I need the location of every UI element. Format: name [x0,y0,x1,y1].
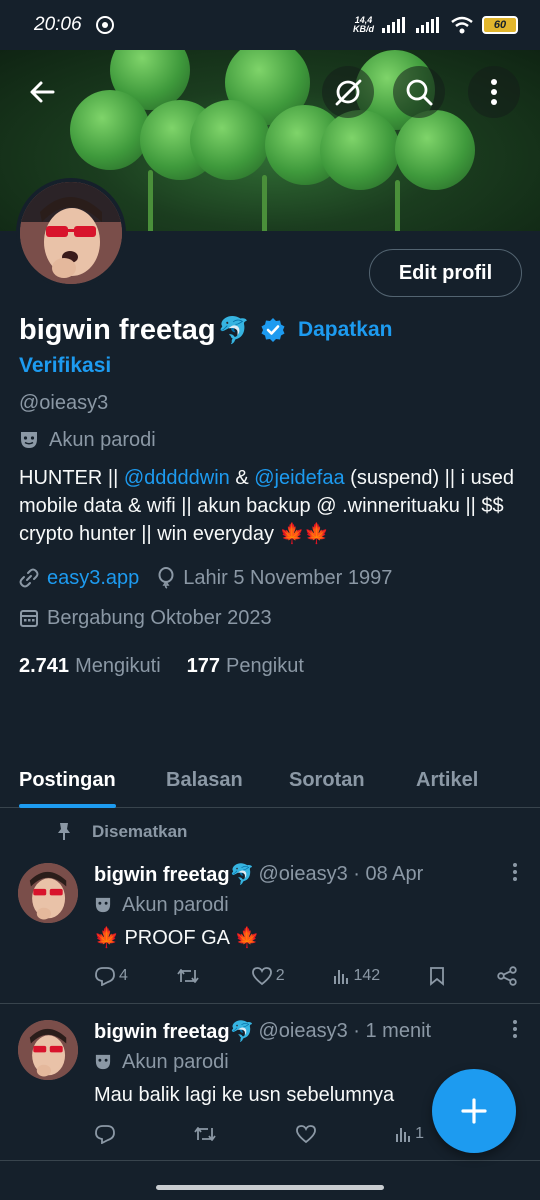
profile-meta: easy3.app Lahir 5 November 1997 [19,558,524,598]
tweet-author: bigwin freetag🐬 [94,863,255,886]
views-button[interactable]: 142 [332,967,380,985]
link-icon [19,568,39,588]
birthday-text: Lahir 5 November 1997 [183,566,393,589]
profile-info: bigwin freetag 🐬 Dapatkan Verifikasi @oi… [19,310,524,686]
tweet-divider [0,1003,540,1004]
website-link[interactable]: easy3.app [47,567,139,590]
chrome-icon [95,16,114,34]
views-button[interactable]: 1 [394,1125,424,1143]
tweet-parody-label: Akun parodi [94,890,524,920]
tweet-actions: 1 [94,1124,424,1144]
pinned-label: Disematkan [56,822,187,842]
wifi-icon [450,16,474,34]
signal-icon-2 [416,17,442,33]
balloon-icon [157,567,175,589]
tweet-handle-time: @oieasy3 · 1 menit [258,1019,432,1042]
follow-counts: 2.741 Mengikuti 177 Pengikut [19,646,524,686]
tweet-actions: 4 2 142 [94,966,518,986]
tweet-handle-time: @oieasy3 · 08 Apr [258,862,424,885]
dolphin-emoji: 🐬 [217,314,250,345]
mention-link[interactable]: @dddddwin [124,467,230,489]
calendar-icon [19,608,39,628]
profile-handle: @oieasy3 [19,392,109,414]
tweet-more-icon[interactable] [512,1019,518,1044]
get-verified-link-2[interactable]: Verifikasi [19,350,524,382]
edit-profile-button[interactable]: Edit profil [369,249,522,297]
profile-bio: HUNTER || @dddddwin & @jeidefaa (suspend… [19,467,514,545]
tweet-text: 🍁 PROOF GA 🍁 [94,927,260,949]
profile-avatar[interactable] [16,178,126,288]
like-button[interactable]: 2 [251,966,285,986]
tweet-divider [0,1160,540,1161]
status-bar: 20:06 14,4 KB/d 60 [0,0,540,50]
joined-text: Bergabung Oktober 2023 [47,606,272,629]
tweet-avatar[interactable] [18,1020,78,1080]
like-button[interactable] [295,1124,320,1144]
get-verified-link[interactable]: Dapatkan [298,318,393,342]
tweet-text: Mau balik lagi ke usn sebelumnya [94,1084,395,1106]
profile-tabs: Postingan Balasan Sorotan Artikel [0,752,540,808]
tab-articles[interactable]: Artikel [416,752,478,808]
parody-label: Akun parodi [19,420,524,460]
theater-mask-icon [94,897,112,913]
share-icon[interactable] [496,966,518,986]
back-button[interactable] [16,66,68,118]
plus-icon [459,1096,489,1126]
tweet-more-icon[interactable] [512,862,518,887]
battery-icon: 60 [482,16,518,34]
retweet-button[interactable] [193,1124,220,1144]
tab-replies[interactable]: Balasan [166,752,243,808]
retweet-button[interactable] [176,966,203,986]
verified-badge-icon [260,317,286,343]
tab-highlights[interactable]: Sorotan [289,752,365,808]
pin-icon [56,822,72,842]
search-button[interactable] [393,66,445,118]
grok-button[interactable] [322,66,374,118]
tweet-author: bigwin freetag🐬 [94,1020,255,1043]
theater-mask-icon [19,431,39,449]
signal-icon [382,17,408,33]
reply-button[interactable] [94,1124,119,1144]
mention-link[interactable]: @jeidefaa [254,467,344,489]
network-speed: 14,4 KB/d [353,15,374,34]
followers-link[interactable]: 177 Pengikut [187,655,304,678]
compose-button[interactable] [432,1069,516,1153]
following-link[interactable]: 2.741 Mengikuti [19,655,161,678]
joined-row: Bergabung Oktober 2023 [19,598,524,638]
bookmark-icon[interactable] [428,966,448,986]
tab-posts[interactable]: Postingan [19,752,116,808]
reply-button[interactable]: 4 [94,966,128,986]
more-options-button[interactable] [468,66,520,118]
profile-name: bigwin freetag [19,313,216,346]
theater-mask-icon [94,1054,112,1070]
home-indicator[interactable] [156,1185,384,1190]
tweet-avatar[interactable] [18,863,78,923]
status-time: 20:06 [34,14,82,35]
